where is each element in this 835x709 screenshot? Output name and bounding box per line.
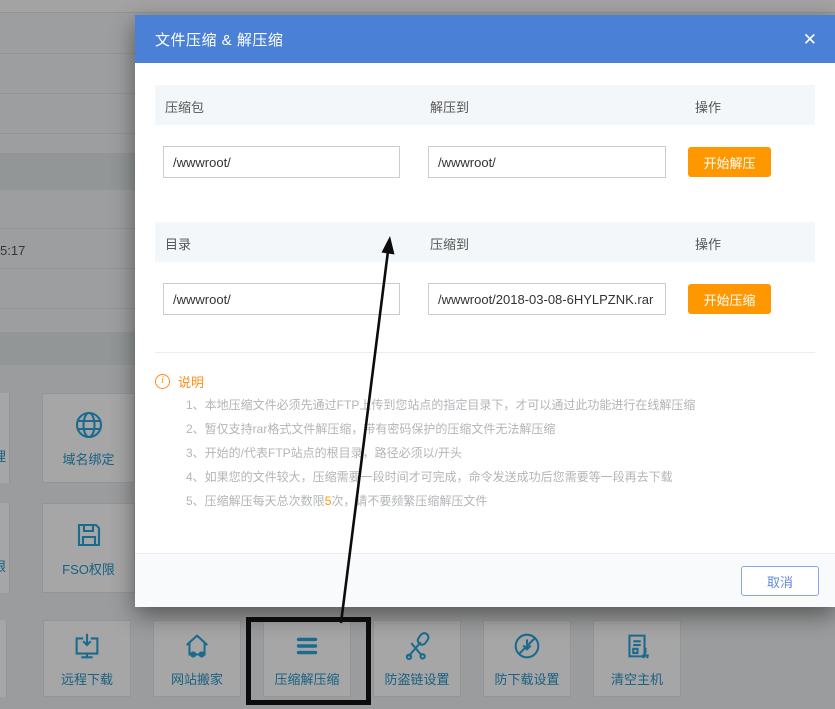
close-icon[interactable]: ✕ <box>803 31 817 48</box>
decompress-header-row: 压缩包 解压到 操作 <box>155 85 815 125</box>
compress-target-input[interactable] <box>428 283 666 315</box>
note-item: 3、开始的/代表FTP站点的根目录，路径必须以/开头 <box>186 441 815 465</box>
col-header-action: 操作 <box>695 97 721 116</box>
note-item: 5、压缩解压每天总次数限5次，请不要频繁压缩解压文件 <box>186 489 815 513</box>
dialog-title: 文件压缩 & 解压缩 <box>155 29 283 50</box>
col-header-extract-to: 解压到 <box>430 97 469 116</box>
col-header-compress-to: 压缩到 <box>430 234 469 253</box>
note-item: 1、本地压缩文件必须先通过FTP上传到您站点的指定目录下，才可以通过此功能进行在… <box>186 393 815 417</box>
page: 5:17 理 限 域名绑定 FSO权限 <box>0 0 835 709</box>
compress-form-row: 开始压缩 <box>155 283 815 315</box>
start-compress-button[interactable]: 开始压缩 <box>688 284 771 314</box>
cancel-button[interactable]: 取消 <box>741 566 819 596</box>
col-header-package: 压缩包 <box>165 97 204 116</box>
compress-source-input[interactable] <box>163 283 400 315</box>
col-header-action: 操作 <box>695 234 721 253</box>
notes-title: 说明 <box>178 372 204 391</box>
dialog-header: 文件压缩 & 解压缩 ✕ <box>135 15 835 63</box>
note-item: 4、如果您的文件较大，压缩需要一段时间才可完成，命令发送成功后您需要等一段再去下… <box>186 465 815 489</box>
start-decompress-button[interactable]: 开始解压 <box>688 147 771 177</box>
note-item: 2、暂仅支持rar格式文件解压缩，带有密码保护的压缩文件无法解压缩 <box>186 417 815 441</box>
compress-decompress-dialog: 文件压缩 & 解压缩 ✕ 压缩包 解压到 操作 开始解压 目录 压缩到 操作 开… <box>135 15 835 607</box>
notes-title-line: i 说明 <box>155 369 815 393</box>
decompress-form-row: 开始解压 <box>155 146 815 178</box>
notes-section: i 说明 1、本地压缩文件必须先通过FTP上传到您站点的指定目录下，才可以通过此… <box>155 365 815 513</box>
col-header-directory: 目录 <box>165 234 191 253</box>
decompress-source-input[interactable] <box>163 146 400 178</box>
dialog-footer: 取消 <box>135 553 835 607</box>
decompress-target-input[interactable] <box>428 146 666 178</box>
section-divider <box>155 352 815 353</box>
compress-header-row: 目录 压缩到 操作 <box>155 222 815 262</box>
info-icon: i <box>155 374 170 389</box>
